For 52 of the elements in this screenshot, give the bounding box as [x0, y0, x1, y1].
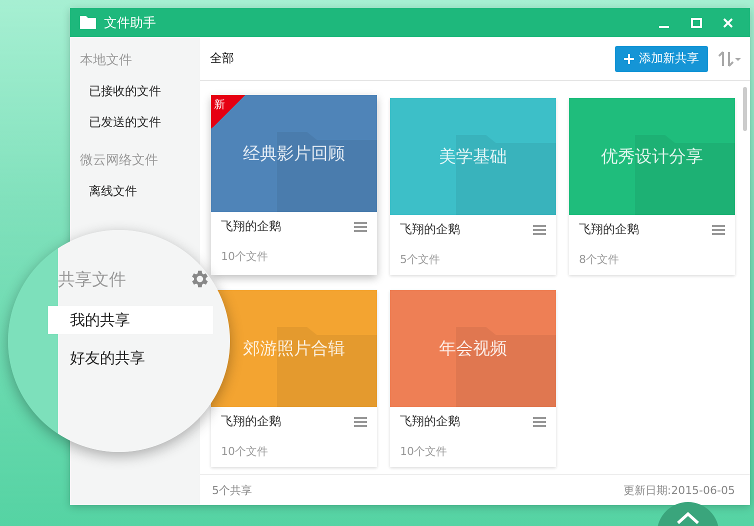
minimize-icon: [659, 26, 669, 28]
share-card[interactable]: 郊游照片合辑 飞翔的企鹅 10个文件: [211, 290, 377, 467]
sidebar-section-title: 微云网络文件: [79, 152, 159, 170]
menu-icon[interactable]: [712, 224, 725, 235]
chevron-up-icon: [676, 512, 700, 524]
owner-name: 飞翔的企鹅: [221, 218, 281, 235]
filter-label[interactable]: 全部: [210, 50, 605, 67]
folder-icon: [80, 16, 96, 29]
sidebar-section-title: 共享文件: [58, 268, 126, 290]
close-icon: [723, 18, 733, 28]
plus-icon: [624, 54, 634, 64]
scrollbar-thumb[interactable]: [743, 87, 747, 131]
owner-name: 飞翔的企鹅: [400, 221, 460, 238]
menu-icon[interactable]: [533, 416, 546, 427]
share-card[interactable]: 优秀设计分享 飞翔的企鹅 8个文件: [569, 98, 735, 275]
window-title: 文件助手: [104, 14, 157, 32]
folder-icon: [456, 135, 556, 215]
update-date: 更新日期:2015-06-05: [623, 482, 735, 498]
share-card[interactable]: 年会视频 飞翔的企鹅 10个文件: [390, 290, 556, 467]
share-title: 优秀设计分享: [601, 146, 703, 168]
folder-icon: [277, 327, 377, 407]
file-count: 10个文件: [400, 444, 448, 459]
file-count: 5个文件: [400, 252, 441, 267]
folder-icon: [277, 132, 377, 212]
menu-icon[interactable]: [533, 224, 546, 235]
share-title: 年会视频: [439, 338, 507, 360]
file-count: 10个文件: [221, 444, 269, 459]
sidebar-item[interactable]: 已接收的文件: [70, 83, 200, 114]
sidebar-section-title: 本地文件: [79, 52, 133, 70]
share-count: 5个共享: [212, 482, 252, 498]
sidebar-item[interactable]: 我的共享: [48, 306, 213, 334]
sort-button[interactable]: [718, 50, 742, 66]
folder-icon: [456, 327, 556, 407]
sidebar-item[interactable]: 离线文件: [70, 183, 200, 214]
menu-icon[interactable]: [354, 416, 367, 427]
owner-name: 飞翔的企鹅: [400, 413, 460, 430]
file-count: 8个文件: [579, 252, 620, 267]
sidebar-item[interactable]: 已发送的文件: [70, 114, 200, 145]
maximize-icon: [690, 18, 702, 28]
share-title: 郊游照片合辑: [243, 338, 345, 360]
menu-icon[interactable]: [354, 221, 367, 232]
folder-icon: [635, 135, 735, 215]
owner-name: 飞翔的企鹅: [579, 221, 639, 238]
share-title: 经典影片回顾: [243, 143, 345, 165]
share-card[interactable]: 美学基础 飞翔的企鹅 5个文件: [390, 98, 556, 275]
share-card[interactable]: 经典影片回顾 新 飞翔的企鹅 10个文件: [211, 95, 377, 275]
new-badge: 新: [211, 95, 245, 129]
sidebar-item[interactable]: 好友的共享: [48, 344, 213, 372]
sort-icon: [718, 50, 742, 66]
owner-name: 飞翔的企鹅: [221, 413, 281, 430]
file-count: 10个文件: [221, 249, 269, 264]
share-title: 美学基础: [439, 146, 507, 168]
